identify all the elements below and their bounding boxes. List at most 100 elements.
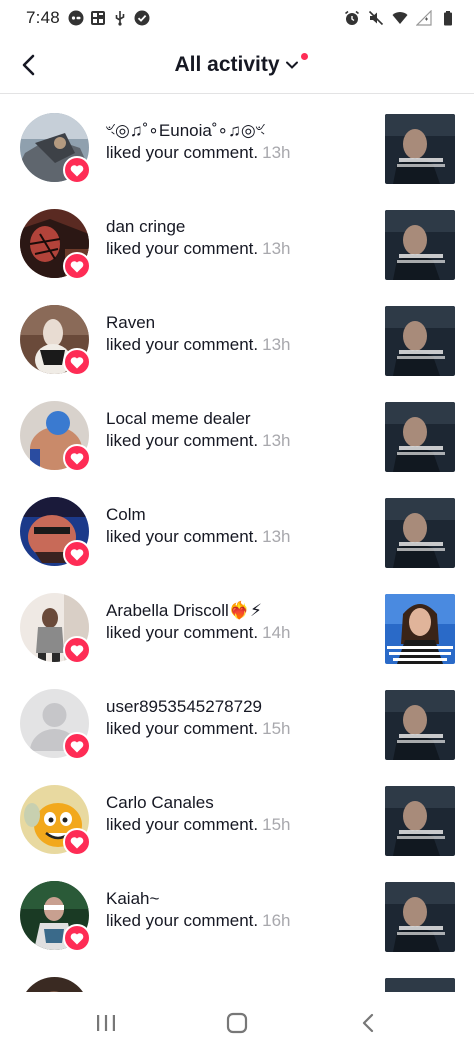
alarm-icon [344,10,360,26]
activity-text: Local meme dealer liked your comment. 13h [106,408,366,452]
video-thumbnail[interactable] [385,594,455,664]
activity-text: user8953545278729 liked your comment. 15h [106,696,366,740]
activity-description: liked your comment. 13h [106,142,366,164]
usb-icon [112,10,128,26]
home-button[interactable] [212,1003,262,1043]
action-text: liked your comment. [106,143,259,162]
video-thumbnail[interactable] [385,402,455,472]
activity-item[interactable]: Carlo Canales liked your comment. 15h [0,767,474,863]
action-text: liked your comment. [106,527,259,546]
activity-text: Kaiah~ liked your comment. 16h [106,888,366,932]
video-thumbnail[interactable] [385,786,455,856]
action-text: liked your comment. [106,719,259,738]
activity-description: liked your comment. 13h [106,334,366,356]
heart-icon [63,732,91,760]
timestamp: 13h [262,239,291,258]
heart-icon [63,348,91,376]
timestamp: 14h [262,623,291,642]
activity-text: Arabella Driscoll❤️‍🔥⚡ liked your commen… [106,600,366,644]
username[interactable]: Colm [106,504,366,526]
action-text: liked your comment. [106,335,259,354]
activity-item[interactable]: Raven liked your comment. 13h [0,287,474,383]
back-icon [363,1013,374,1032]
activity-text: ৼ◎♫˚∘Eunoia˚∘♫◎ৼ liked your comment. 13h [106,120,366,164]
status-time: 7:48 [26,8,60,27]
action-text: liked your comment. [106,815,259,834]
activity-description: liked your comment. 14h [106,622,366,644]
system-back-button[interactable] [343,1003,393,1043]
video-thumbnail[interactable] [385,882,455,952]
activity-text: Raven liked your comment. 13h [106,312,366,356]
username[interactable]: dan cringe [106,216,366,238]
timestamp: 16h [262,911,291,930]
activity-item[interactable]: user8953545278729 liked your comment. 15h [0,671,474,767]
status-left-icons [68,10,150,26]
action-text: liked your comment. [106,623,259,642]
notification-dot [300,52,308,60]
activity-item[interactable]: Colm liked your comment. 13h [0,479,474,575]
heart-icon [63,924,91,952]
header: All activity [0,36,474,94]
timestamp: 13h [262,431,291,450]
timestamp: 13h [262,335,291,354]
heart-icon [63,156,91,184]
activity-item[interactable]: Arabella Driscoll❤️‍🔥⚡ liked your commen… [0,575,474,671]
status-bar: 7:48 [0,0,474,36]
username[interactable]: Kaiah~ [106,888,366,910]
username[interactable]: user8953545278729 [106,696,366,718]
mute-icon [368,10,384,26]
back-button[interactable] [14,45,44,85]
chevron-down-icon [285,61,298,69]
action-text: liked your comment. [106,431,259,450]
page-title: All activity [174,52,280,76]
contacts-icon [90,10,106,26]
activity-description: liked your comment. 13h [106,238,366,260]
activity-description: liked your comment. 15h [106,814,366,836]
activity-description: liked your comment. 15h [106,718,366,740]
heart-icon [63,252,91,280]
heart-icon [63,444,91,472]
activity-text: Carlo Canales liked your comment. 15h [106,792,366,836]
activity-item[interactable]: ৼ◎♫˚∘Eunoia˚∘♫◎ৼ liked your comment. 13h [0,95,474,191]
activity-item[interactable] [0,959,474,992]
activity-item[interactable]: Kaiah~ liked your comment. 16h [0,863,474,959]
action-text: liked your comment. [106,911,259,930]
heart-icon [63,540,91,568]
action-text: liked your comment. [106,239,259,258]
username[interactable]: ৼ◎♫˚∘Eunoia˚∘♫◎ৼ [106,120,366,142]
username[interactable]: Raven [106,312,366,334]
heart-icon [63,828,91,856]
activity-item[interactable]: dan cringe liked your comment. 13h [0,191,474,287]
username[interactable]: Carlo Canales [106,792,366,814]
video-thumbnail[interactable] [385,210,455,280]
activity-list: ৼ◎♫˚∘Eunoia˚∘♫◎ৼ liked your comment. 13h … [0,95,474,992]
timestamp: 13h [262,527,291,546]
recent-apps-button[interactable] [81,1003,131,1043]
username[interactable]: Arabella Driscoll❤️‍🔥⚡ [106,600,366,622]
video-thumbnail[interactable] [385,498,455,568]
recent-apps-icon [96,1014,115,1031]
activity-text: Colm liked your comment. 13h [106,504,366,548]
wifi-icon [392,10,408,26]
gamepad-icon [68,10,84,26]
heart-icon [63,636,91,664]
battery-icon [440,10,456,26]
navigation-bar [0,992,474,1053]
signal-icon [415,9,432,26]
video-thumbnail[interactable] [385,690,455,760]
username[interactable]: Local meme dealer [106,408,366,430]
check-circle-icon [134,10,150,26]
activity-description: liked your comment. 13h [106,430,366,452]
video-thumbnail[interactable] [385,978,455,992]
timestamp: 13h [262,143,291,162]
home-icon [226,1012,248,1033]
avatar[interactable] [20,977,89,992]
activity-description: liked your comment. 13h [106,526,366,548]
activity-text: dan cringe liked your comment. 13h [106,216,366,260]
video-thumbnail[interactable] [385,114,455,184]
activity-item[interactable]: Local meme dealer liked your comment. 13h [0,383,474,479]
video-thumbnail[interactable] [385,306,455,376]
timestamp: 15h [262,719,291,738]
activity-filter-dropdown[interactable]: All activity [174,52,308,77]
chevron-left-icon [22,54,35,76]
